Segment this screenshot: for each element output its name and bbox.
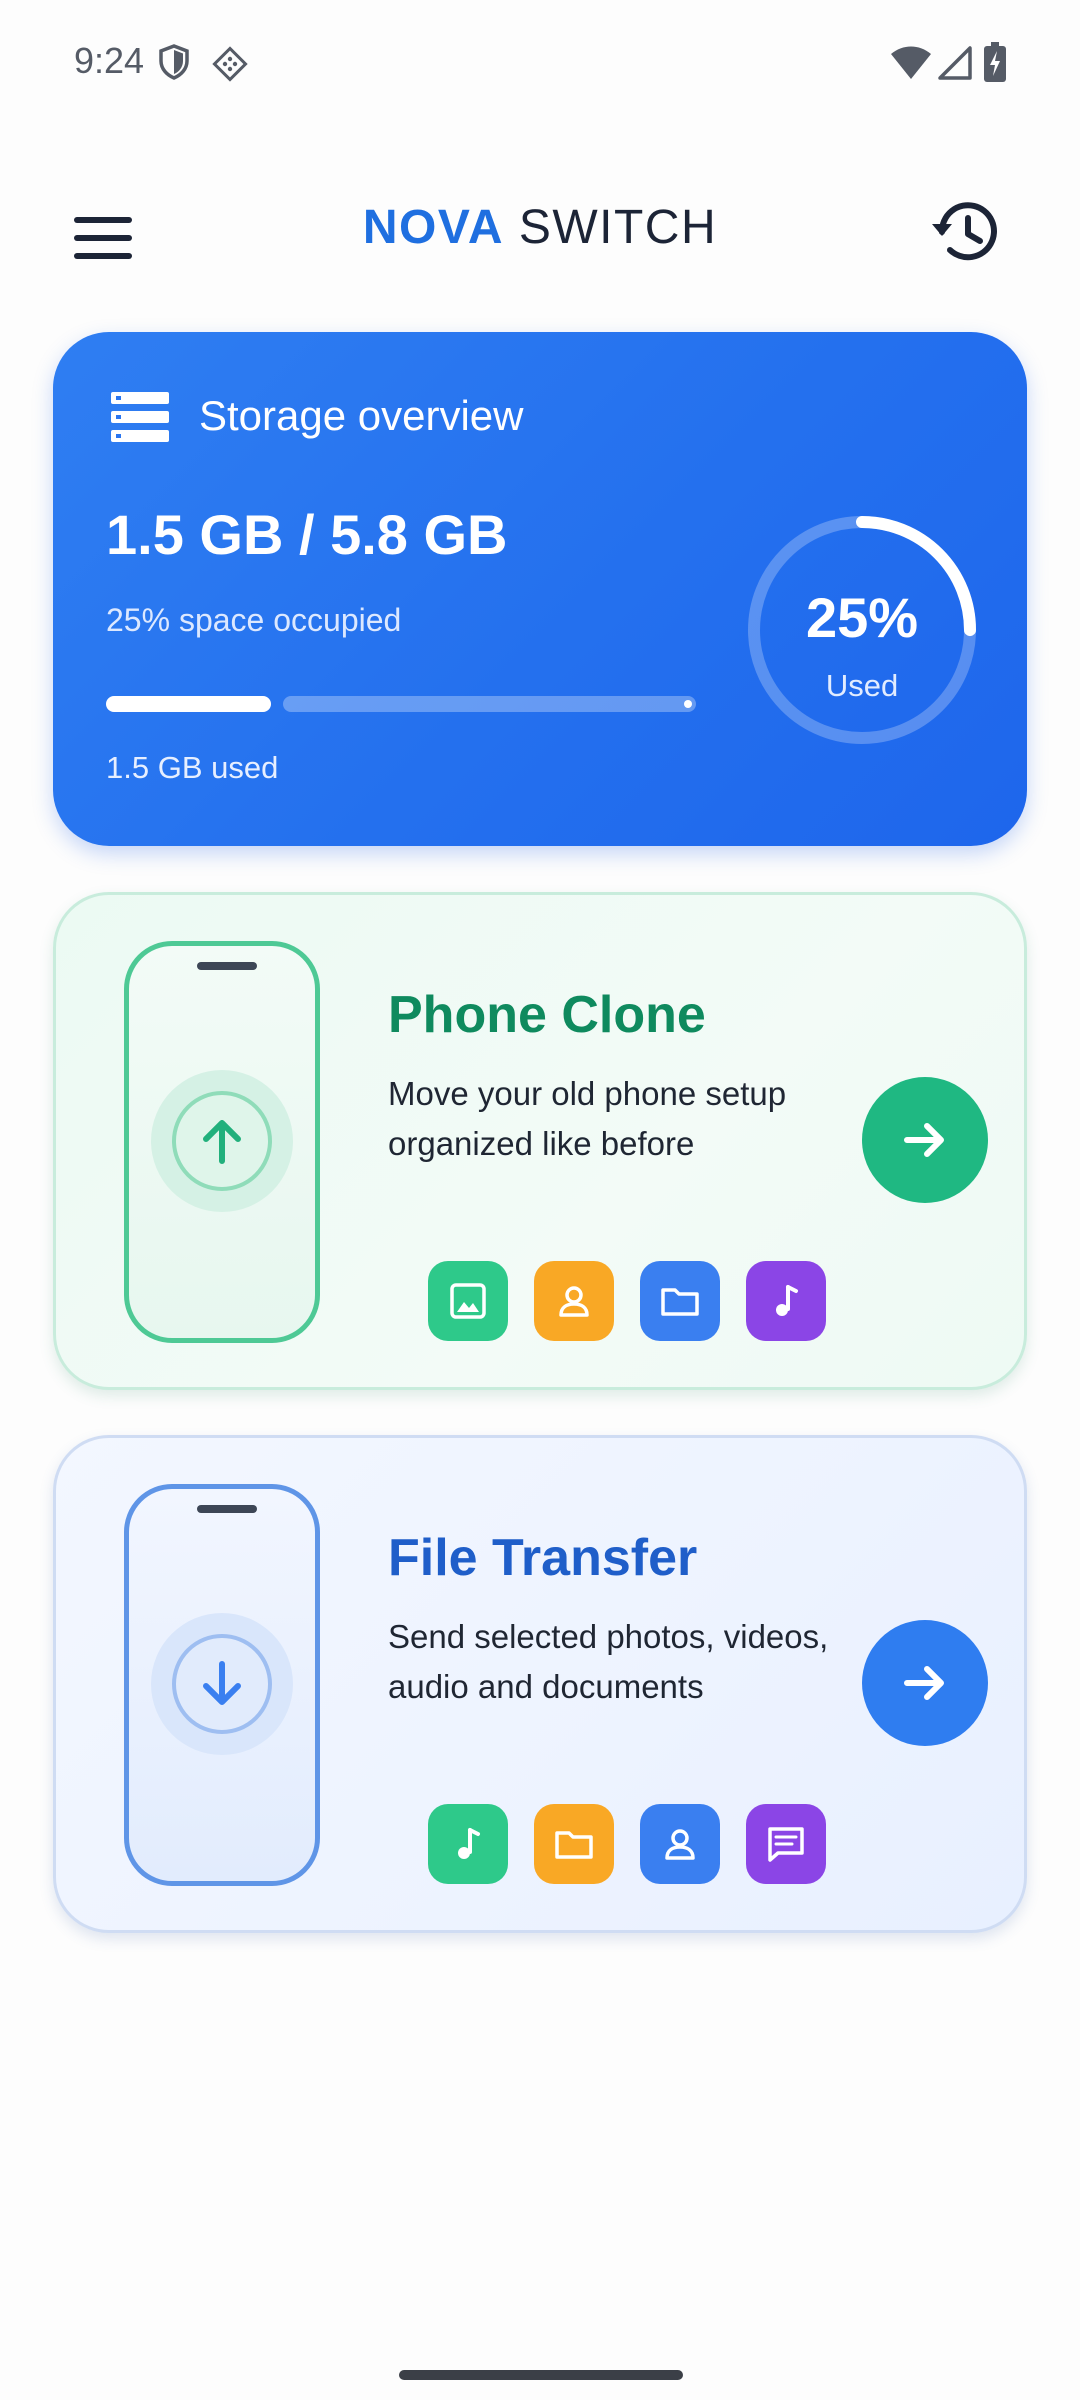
diamond-app-icon: [212, 46, 248, 82]
arrow-right-icon: [904, 1666, 944, 1700]
phone-illustration: [124, 941, 320, 1343]
ring-percent: 25%: [805, 586, 919, 649]
file-transfer-go-button[interactable]: [862, 1620, 988, 1746]
file-transfer-card[interactable]: File Transfer Send selected photos, vide…: [53, 1435, 1027, 1933]
storage-occupied-text: 25% space occupied: [106, 602, 402, 638]
file-transfer-title: File Transfer: [388, 1529, 698, 1587]
ring-label: Used: [825, 668, 899, 703]
storage-title: Storage overview: [199, 392, 524, 439]
phone-clone-card[interactable]: Phone Clone Move your old phone setup or…: [53, 892, 1027, 1390]
phone-circle: [151, 1613, 293, 1755]
image-chip: [428, 1261, 508, 1341]
home-indicator[interactable]: [399, 2370, 683, 2380]
download-arrow-icon: [203, 1661, 241, 1705]
file-transfer-chips: [428, 1804, 826, 1884]
arrow-right-icon: [904, 1123, 944, 1157]
phone-speaker: [197, 962, 257, 970]
phone-clone-go-button[interactable]: [862, 1077, 988, 1203]
contact-icon: [559, 1286, 589, 1317]
upload-arrow-icon: [203, 1120, 241, 1164]
phone-clone-description: Move your old phone setup organized like…: [388, 1075, 787, 1162]
wifi-icon: [891, 46, 931, 79]
storage-used-text: 1.5 GB used: [106, 750, 279, 785]
folder-chip: [534, 1804, 614, 1884]
storage-list-icon: [111, 392, 169, 442]
contact-chip: [640, 1804, 720, 1884]
shield-icon: [159, 44, 189, 80]
folder-icon: [661, 1288, 699, 1316]
phone-speaker: [197, 1505, 257, 1513]
music-icon: [776, 1285, 798, 1316]
storage-progress-fill: [106, 696, 271, 712]
image-icon: [450, 1283, 486, 1319]
contact-chip: [534, 1261, 614, 1341]
storage-progress-remaining: [283, 696, 696, 712]
app-bar: NOVA SWITCH: [0, 170, 1080, 290]
music-chip: [746, 1261, 826, 1341]
contact-icon: [665, 1829, 695, 1860]
storage-amount: 1.5 GB / 5.8 GB: [106, 503, 508, 566]
storage-progress-bar: [106, 696, 696, 712]
history-icon: [932, 202, 997, 261]
message-icon: [768, 1827, 804, 1862]
file-transfer-description: Send selected photos, videos, audio and …: [388, 1618, 829, 1705]
signal-icon: [938, 46, 972, 80]
message-chip: [746, 1804, 826, 1884]
folder-chip: [640, 1261, 720, 1341]
phone-circle: [151, 1070, 293, 1212]
app-title-brand: NOVA: [362, 201, 504, 254]
app-title-product: SWITCH: [518, 201, 718, 254]
app-title: NOVA SWITCH: [0, 200, 1080, 255]
phone-illustration: [124, 1484, 320, 1886]
history-button[interactable]: [928, 194, 1004, 270]
phone-clone-chips: [428, 1261, 826, 1341]
music-chip: [428, 1804, 508, 1884]
music-icon: [458, 1828, 480, 1859]
folder-icon: [555, 1831, 593, 1859]
battery-charging-icon: [984, 42, 1006, 82]
progress-end-dot: [684, 700, 692, 708]
phone-clone-title: Phone Clone: [388, 986, 706, 1044]
status-time: 9:24: [74, 40, 145, 81]
storage-overview-card[interactable]: Storage overview 1.5 GB / 5.8 GB 25% spa…: [53, 332, 1027, 846]
status-bar: 9:24: [0, 0, 1080, 130]
